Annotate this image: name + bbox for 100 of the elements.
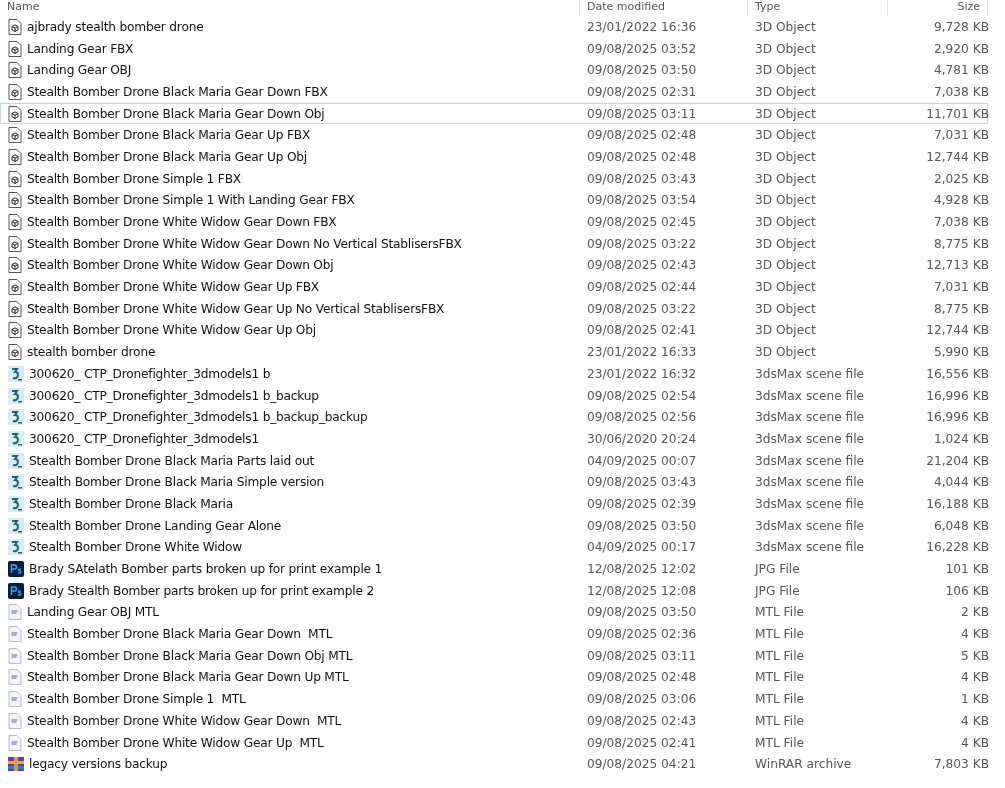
file-row[interactable]: Stealth Bomber Drone Black Maria Gear Up Obj 09/08/2025 02:48 3D Object 12,744 KB — [0, 146, 988, 168]
file-size: 11,701 KB — [926, 106, 989, 121]
date-modified: 23/01/2022 16:33 — [587, 345, 697, 360]
date-modified: 09/08/2025 02:48 — [587, 128, 697, 143]
file-type: 3D Object — [755, 345, 816, 360]
file-type: 3D Object — [755, 171, 816, 186]
file-row[interactable]: Stealth Bomber Drone Black Maria Gear Up FBX 09/08/2025 02:48 3D Object 7,031 KB — [0, 124, 988, 147]
file-name: Landing Gear OBJ MTL — [27, 605, 159, 620]
file-type: 3dsMax scene file — [755, 496, 865, 511]
date-modified: 09/08/2025 02:41 — [587, 323, 697, 338]
column-header[interactable]: Date modified — [580, 0, 748, 16]
date-modified: 09/08/2025 02:44 — [587, 280, 697, 295]
file-row[interactable]: Stealth Bomber Drone White Widow Gear Down FBX 09/08/2025 02:45 3D Object 7,038 KB — [0, 211, 988, 233]
file-row[interactable]: Stealth Bomber Drone Black Maria Gear Down FBX 09/08/2025 02:31 3D Object 7,038 KB — [0, 81, 988, 103]
file-name: Stealth Bomber Drone Black Maria Gear Up Obj — [27, 149, 308, 164]
cube-file-icon — [8, 214, 22, 231]
max-file-icon — [8, 474, 24, 491]
date-modified: 09/08/2025 03:22 — [587, 301, 697, 316]
file-row[interactable]: Stealth Bomber Drone Black Maria 09/08/2025 02:39 3dsMax scene file 16,188 KB — [0, 493, 988, 515]
file-row[interactable]: Stealth Bomber Drone White Widow Gear Up FBX 09/08/2025 02:44 3D Object 7,031 KB — [0, 276, 988, 298]
file-row[interactable]: Stealth Bomber Drone Black Maria Gear Down Up MTL 09/08/2025 02:48 MTL File 4 KB — [0, 666, 988, 689]
file-row[interactable]: Stealth Bomber Drone Black Maria Parts laid out 04/09/2025 00:07 3dsMax scene file 21,204 KB — [0, 449, 988, 472]
file-row[interactable]: Stealth Bomber Drone Simple 1 With Landing Gear FBX 09/08/2025 03:54 3D Object 4,928 KB — [0, 189, 988, 212]
file-row[interactable]: Landing Gear FBX 09/08/2025 03:52 3D Object 2,920 KB — [0, 37, 988, 60]
file-size: 1 KB — [961, 692, 989, 707]
file-row[interactable]: Stealth Bomber Drone Black Maria Simple version 09/08/2025 03:43 3dsMax scene file 4,044 KB — [0, 471, 988, 494]
file-type: MTL File — [755, 735, 805, 750]
file-row[interactable]: legacy versions backup 09/08/2025 04:21 WinRAR archive 7,803 KB — [0, 753, 988, 776]
date-modified: 09/08/2025 02:56 — [587, 410, 697, 425]
file-type: MTL File — [755, 713, 805, 728]
text-file-icon — [8, 691, 22, 708]
cube-file-icon — [8, 192, 22, 209]
date-modified: 09/08/2025 03:43 — [587, 171, 697, 186]
file-size: 8,775 KB — [933, 236, 989, 251]
date-modified: 09/08/2025 03:50 — [587, 605, 697, 620]
file-row[interactable]: Stealth Bomber Drone Black Maria Gear Down Obj MTL 09/08/2025 03:11 MTL File 5 KB — [0, 644, 988, 667]
column-header[interactable]: Name — [0, 0, 580, 16]
file-size: 4,044 KB — [933, 475, 989, 490]
file-type: JPG File — [755, 583, 800, 598]
file-row[interactable]: Stealth Bomber Drone White Widow Gear Up MTL 09/08/2025 02:41 MTL File 4 KB — [0, 731, 988, 754]
file-row[interactable]: Stealth Bomber Drone White Widow Gear Down MTL 09/08/2025 02:43 MTL File 4 KB — [0, 710, 988, 732]
file-row[interactable]: 300620_ CTP_Dronefighter_3dmodels1 30/06/2020 20:24 3dsMax scene file 1,024 KB — [0, 428, 988, 450]
file-name: Stealth Bomber Drone Black Maria Gear Down MTL — [27, 627, 333, 642]
file-type: 3D Object — [755, 301, 816, 316]
file-name: Stealth Bomber Drone White Widow Gear Down No Vertical StablisersFBX — [27, 236, 462, 251]
file-size: 5,990 KB — [933, 345, 989, 360]
column-header[interactable]: Size — [888, 0, 988, 16]
date-modified: 04/09/2025 00:07 — [587, 453, 697, 468]
file-type: MTL File — [755, 627, 805, 642]
file-name: Stealth Bomber Drone White Widow Gear Down FBX — [27, 215, 337, 230]
max-file-icon — [8, 539, 24, 556]
file-row[interactable]: stealth bomber drone 23/01/2022 16:33 3D Object 5,990 KB — [0, 341, 988, 363]
file-row[interactable]: Stealth Bomber Drone White Widow Gear Up No Vertical StablisersFBX 09/08/2025 03:22 3D Object 8,775 KB — [0, 297, 988, 320]
file-row[interactable]: Brady Stealth Bomber parts broken up for print example 2 12/08/2025 12:08 JPG File 106 KB — [0, 579, 988, 602]
date-modified: 09/08/2025 03:11 — [587, 648, 697, 663]
file-row[interactable]: Stealth Bomber Drone White Widow Gear Down Obj 09/08/2025 02:43 3D Object 12,713 KB — [0, 254, 988, 277]
date-modified: 09/08/2025 03:22 — [587, 236, 697, 251]
date-modified: 12/08/2025 12:08 — [587, 583, 697, 598]
file-type: JPG File — [755, 562, 800, 577]
file-row[interactable]: Stealth Bomber Drone Simple 1 MTL 09/08/2025 03:06 MTL File 1 KB — [0, 688, 988, 710]
file-row[interactable]: 300620_ CTP_Dronefighter_3dmodels1 b_backup 09/08/2025 02:54 3dsMax scene file 16,996 KB — [0, 384, 988, 407]
file-size: 4,781 KB — [933, 63, 989, 78]
date-modified: 09/08/2025 03:50 — [587, 518, 697, 533]
date-modified: 09/08/2025 02:54 — [587, 388, 697, 403]
file-row[interactable]: Stealth Bomber Drone White Widow Gear Up Obj 09/08/2025 02:41 3D Object 12,744 KB — [0, 319, 988, 342]
file-row[interactable]: Landing Gear OBJ 09/08/2025 03:50 3D Object 4,781 KB — [0, 59, 988, 82]
date-modified: 09/08/2025 03:54 — [587, 193, 697, 208]
file-name: stealth bomber drone — [27, 345, 156, 360]
file-name: Stealth Bomber Drone White Widow Gear Down MTL — [27, 713, 342, 728]
file-row[interactable]: Stealth Bomber Drone White Widow 04/09/2025 00:17 3dsMax scene file 16,228 KB — [0, 536, 988, 559]
file-row[interactable]: Stealth Bomber Drone Simple 1 FBX 09/08/2025 03:43 3D Object 2,025 KB — [0, 167, 988, 190]
cube-file-icon — [8, 322, 22, 339]
file-size: 16,228 KB — [926, 540, 989, 555]
file-name: Stealth Bomber Drone Black Maria Gear Down Up MTL — [27, 670, 349, 685]
file-row[interactable]: Stealth Bomber Drone Black Maria Gear Down Obj 09/08/2025 03:11 3D Object 11,701 KB — [0, 102, 988, 125]
file-size: 21,204 KB — [926, 453, 989, 468]
file-row[interactable]: 300620_ CTP_Dronefighter_3dmodels1 b_backup_backup 09/08/2025 02:56 3dsMax scene file 16,996 KB — [0, 406, 988, 429]
date-modified: 23/01/2022 16:32 — [587, 366, 697, 381]
file-row[interactable]: Stealth Bomber Drone Landing Gear Alone 09/08/2025 03:50 3dsMax scene file 6,048 KB — [0, 514, 988, 537]
date-modified: 09/08/2025 02:43 — [587, 713, 697, 728]
file-name: Stealth Bomber Drone White Widow — [29, 540, 242, 555]
file-row[interactable]: Brady SAtelath Bomber parts broken up for print example 1 12/08/2025 12:02 JPG File 101 KB — [0, 558, 988, 580]
file-type: 3D Object — [755, 19, 816, 34]
date-modified: 09/08/2025 02:39 — [587, 496, 697, 511]
cube-file-icon — [8, 279, 22, 296]
file-size: 7,031 KB — [933, 128, 989, 143]
file-row[interactable]: 300620_ CTP_Dronefighter_3dmodels1 b 23/01/2022 16:32 3dsMax scene file 16,556 KB — [0, 363, 988, 385]
date-modified: 09/08/2025 04:21 — [587, 757, 697, 772]
file-row[interactable]: ajbrady stealth bomber drone 23/01/2022 16:36 3D Object 9,728 KB — [0, 16, 988, 38]
file-type: 3D Object — [755, 128, 816, 143]
max-file-icon — [8, 409, 24, 426]
file-type: MTL File — [755, 692, 805, 707]
file-type: 3dsMax scene file — [755, 388, 865, 403]
file-name: Stealth Bomber Drone Simple 1 With Landing Gear FBX — [27, 193, 355, 208]
file-row[interactable]: Landing Gear OBJ MTL 09/08/2025 03:50 MTL File 2 KB — [0, 601, 988, 624]
file-size: 12,713 KB — [926, 258, 989, 273]
file-name: Brady Stealth Bomber parts broken up for print example 2 — [29, 583, 374, 598]
column-header[interactable]: Type — [748, 0, 888, 16]
file-row[interactable]: Stealth Bomber Drone Black Maria Gear Down MTL 09/08/2025 02:36 MTL File 4 KB — [0, 623, 988, 645]
file-row[interactable]: Stealth Bomber Drone White Widow Gear Down No Vertical StablisersFBX 09/08/2025 03:22 3D Object 8,775 KB — [0, 232, 988, 255]
